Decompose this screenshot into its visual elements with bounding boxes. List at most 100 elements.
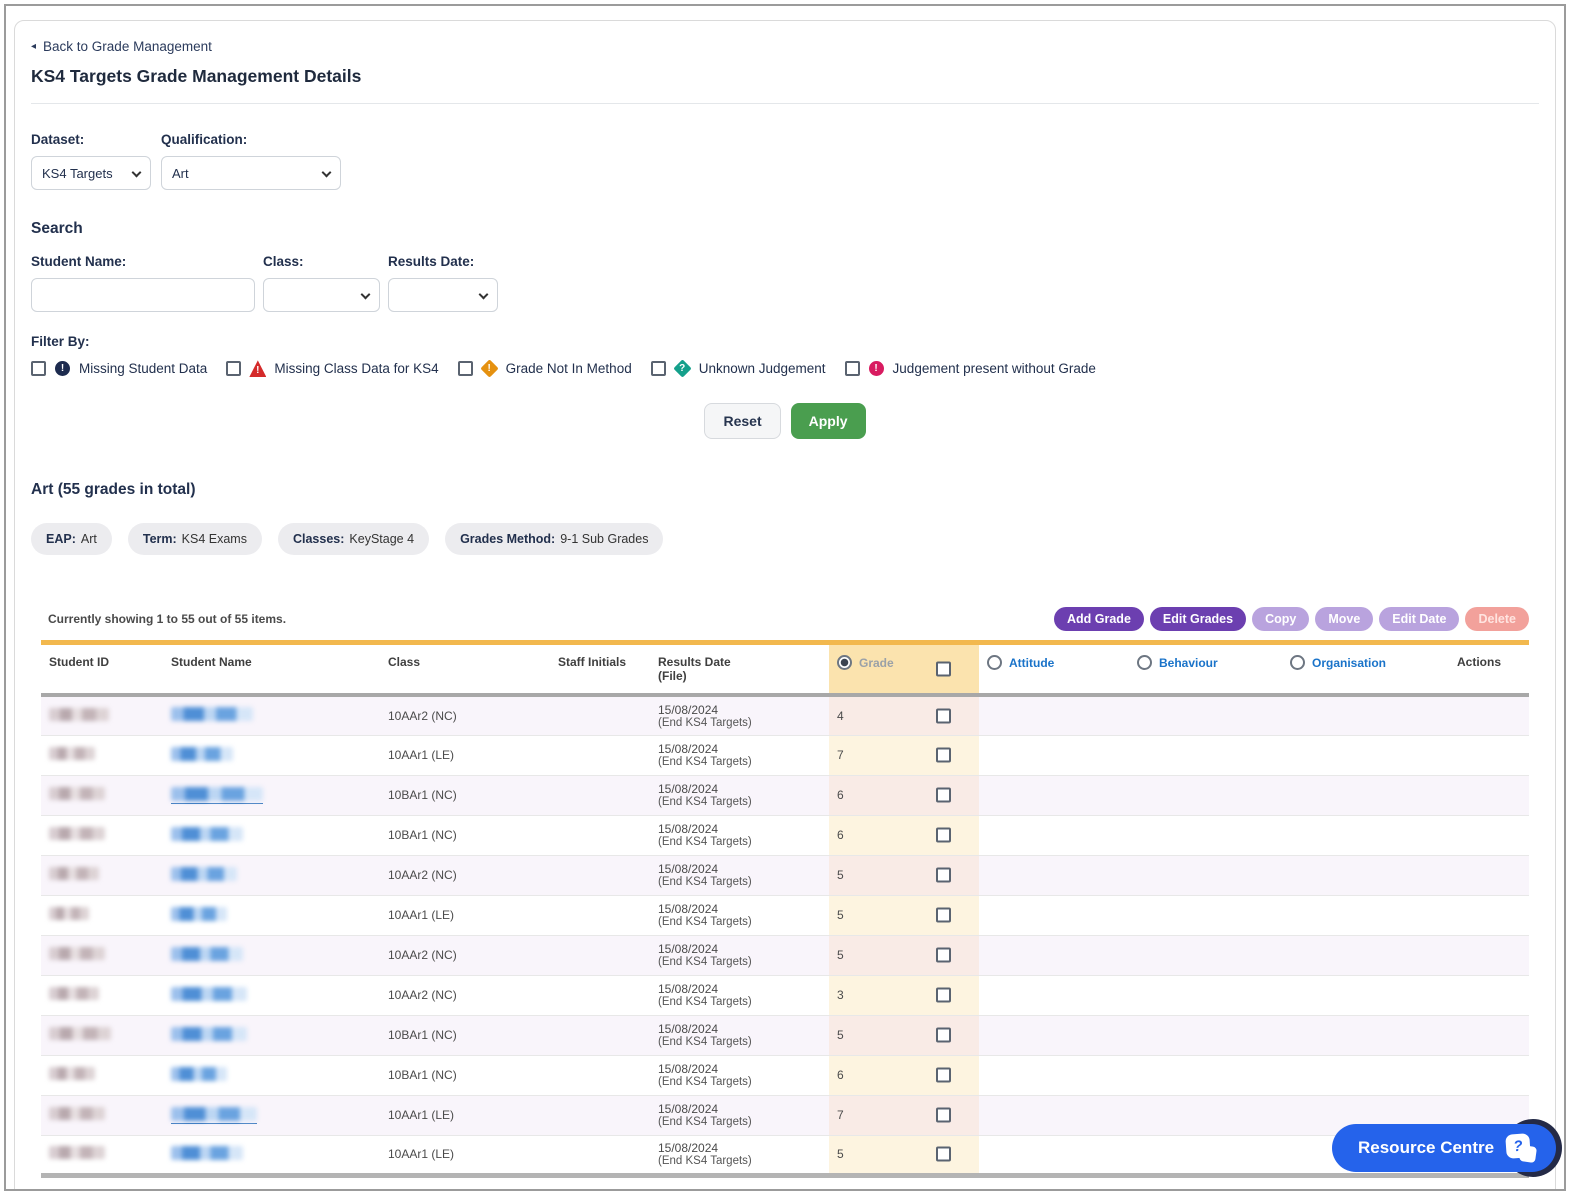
student-name-link[interactable] (171, 867, 237, 881)
student-name-redacted (171, 827, 243, 841)
filter-checkbox-grade-not-in-method[interactable] (458, 361, 473, 376)
edit-date-button[interactable]: Edit Date (1379, 607, 1459, 631)
delete-button[interactable]: Delete (1465, 607, 1529, 631)
student-name-link[interactable] (171, 947, 243, 961)
actions-cell (1429, 775, 1529, 815)
row-checkbox[interactable] (936, 708, 951, 723)
judgement-radio-behaviour[interactable] (1137, 655, 1152, 670)
col-header-attitude: Attitude (979, 643, 1129, 696)
student-name-link[interactable] (171, 707, 253, 721)
staff-initials-cell (550, 695, 650, 735)
judgement-radio-organisation[interactable] (1290, 655, 1305, 670)
judgement-radio-attitude[interactable] (987, 655, 1002, 670)
filter-checkbox-missing-class-data[interactable] (226, 361, 241, 376)
attitude-cell (979, 975, 1129, 1015)
table-row: 10BAr1 (NC) 15/08/2024 (End KS4 Targets)… (41, 1015, 1529, 1055)
filter-checkbox-judgement-without-grade[interactable] (845, 361, 860, 376)
row-checkbox[interactable] (936, 1108, 951, 1123)
copy-button[interactable]: Copy (1252, 607, 1309, 631)
filter-option-label: Missing Student Data (79, 361, 207, 376)
behaviour-cell (1129, 775, 1282, 815)
resource-centre-widget: Resource Centre ? (1332, 1119, 1562, 1177)
filter-option[interactable]: ! Missing Student Data (31, 360, 207, 377)
student-name-link[interactable] (171, 1107, 257, 1124)
staff-initials-cell (550, 1055, 650, 1095)
row-checkbox[interactable] (936, 1028, 951, 1043)
judgement-label-attitude[interactable]: Attitude (1009, 656, 1054, 670)
qualification-select[interactable]: Art (161, 156, 341, 190)
student-name-link[interactable] (171, 907, 227, 921)
row-checkbox[interactable] (936, 908, 951, 923)
student-id-cell (41, 775, 163, 815)
class-cell: 10AAr1 (LE) (380, 1135, 550, 1175)
filter-option[interactable]: ! Judgement present without Grade (845, 360, 1096, 377)
move-button[interactable]: Move (1315, 607, 1373, 631)
student-name-cell (163, 1055, 380, 1095)
filter-option[interactable]: ! Missing Class Data for KS4 (226, 360, 438, 377)
actions-cell (1429, 1015, 1529, 1055)
student-name-link[interactable] (171, 1027, 247, 1041)
attitude-cell (979, 1095, 1129, 1135)
student-name-redacted (171, 787, 263, 801)
class-cell: 10AAr1 (LE) (380, 735, 550, 775)
judgement-label-behaviour[interactable]: Behaviour (1159, 656, 1218, 670)
row-checkbox[interactable] (936, 828, 951, 843)
filter-option[interactable]: ? Unknown Judgement (651, 360, 826, 377)
results-date: 15/08/2024 (658, 942, 821, 956)
grade-value: 5 (837, 1147, 844, 1161)
row-checkbox[interactable] (936, 948, 951, 963)
row-checkbox[interactable] (936, 868, 951, 883)
results-date-select[interactable] (388, 278, 498, 312)
row-checkbox[interactable] (936, 788, 951, 803)
student-name-link[interactable] (171, 987, 247, 1001)
judgement-label-organisation[interactable]: Organisation (1312, 656, 1386, 670)
col-header-results-date: Results Date (File) (650, 643, 829, 696)
row-checkbox[interactable] (936, 1147, 951, 1162)
divider (31, 103, 1539, 104)
dataset-select[interactable]: KS4 Targets (31, 156, 151, 190)
filter-option[interactable]: ! Grade Not In Method (458, 360, 632, 377)
table-row: 10BAr1 (NC) 15/08/2024 (End KS4 Targets)… (41, 1055, 1529, 1095)
judgement-label-grade[interactable]: Grade (859, 656, 894, 670)
results-file: (End KS4 Targets) (658, 996, 821, 1008)
edit-grades-button[interactable]: Edit Grades (1150, 607, 1246, 631)
organisation-cell (1282, 935, 1429, 975)
resource-centre-button[interactable]: Resource Centre ? (1332, 1124, 1556, 1172)
student-id-cell (41, 855, 163, 895)
filter-checkbox-unknown-judgement[interactable] (651, 361, 666, 376)
grade-value: 4 (837, 709, 844, 723)
student-name-link[interactable] (171, 747, 233, 761)
row-checkbox[interactable] (936, 748, 951, 763)
student-name-input[interactable] (31, 278, 255, 312)
row-checkbox[interactable] (936, 988, 951, 1003)
apply-button[interactable]: Apply (791, 403, 866, 439)
row-checkbox[interactable] (936, 1068, 951, 1083)
results-date: 15/08/2024 (658, 742, 821, 756)
staff-initials-cell (550, 855, 650, 895)
class-select[interactable] (263, 278, 380, 312)
judgement-radio-grade[interactable] (837, 655, 852, 670)
judgement-without-grade-icon: ! (868, 360, 885, 377)
back-link-label: Back to Grade Management (43, 39, 212, 54)
student-name-link[interactable] (171, 1067, 227, 1081)
student-name-link[interactable] (171, 1146, 243, 1160)
student-name-link[interactable] (171, 827, 243, 841)
add-grade-button[interactable]: Add Grade (1054, 607, 1144, 631)
student-name-cell (163, 855, 380, 895)
student-id-cell (41, 815, 163, 855)
select-all-checkbox[interactable] (936, 662, 951, 677)
back-link[interactable]: ◂ Back to Grade Management (31, 39, 212, 54)
col-header-grade: Grade (829, 643, 979, 696)
student-id-redacted (49, 1146, 105, 1159)
results-date-cell: 15/08/2024 (End KS4 Targets) (650, 815, 829, 855)
student-name-redacted (171, 1107, 257, 1121)
filter-checkbox-missing-student-data[interactable] (31, 361, 46, 376)
student-name-link[interactable] (171, 787, 263, 804)
grade-cell: 6 (829, 815, 979, 855)
results-date-cell: 15/08/2024 (End KS4 Targets) (650, 855, 829, 895)
filter-by-label: Filter By: (31, 334, 1539, 349)
reset-button[interactable]: Reset (704, 403, 780, 439)
qualification-label: Qualification: (161, 132, 341, 147)
showing-count-text: Currently showing 1 to 55 out of 55 item… (48, 612, 286, 626)
staff-initials-cell (550, 895, 650, 935)
